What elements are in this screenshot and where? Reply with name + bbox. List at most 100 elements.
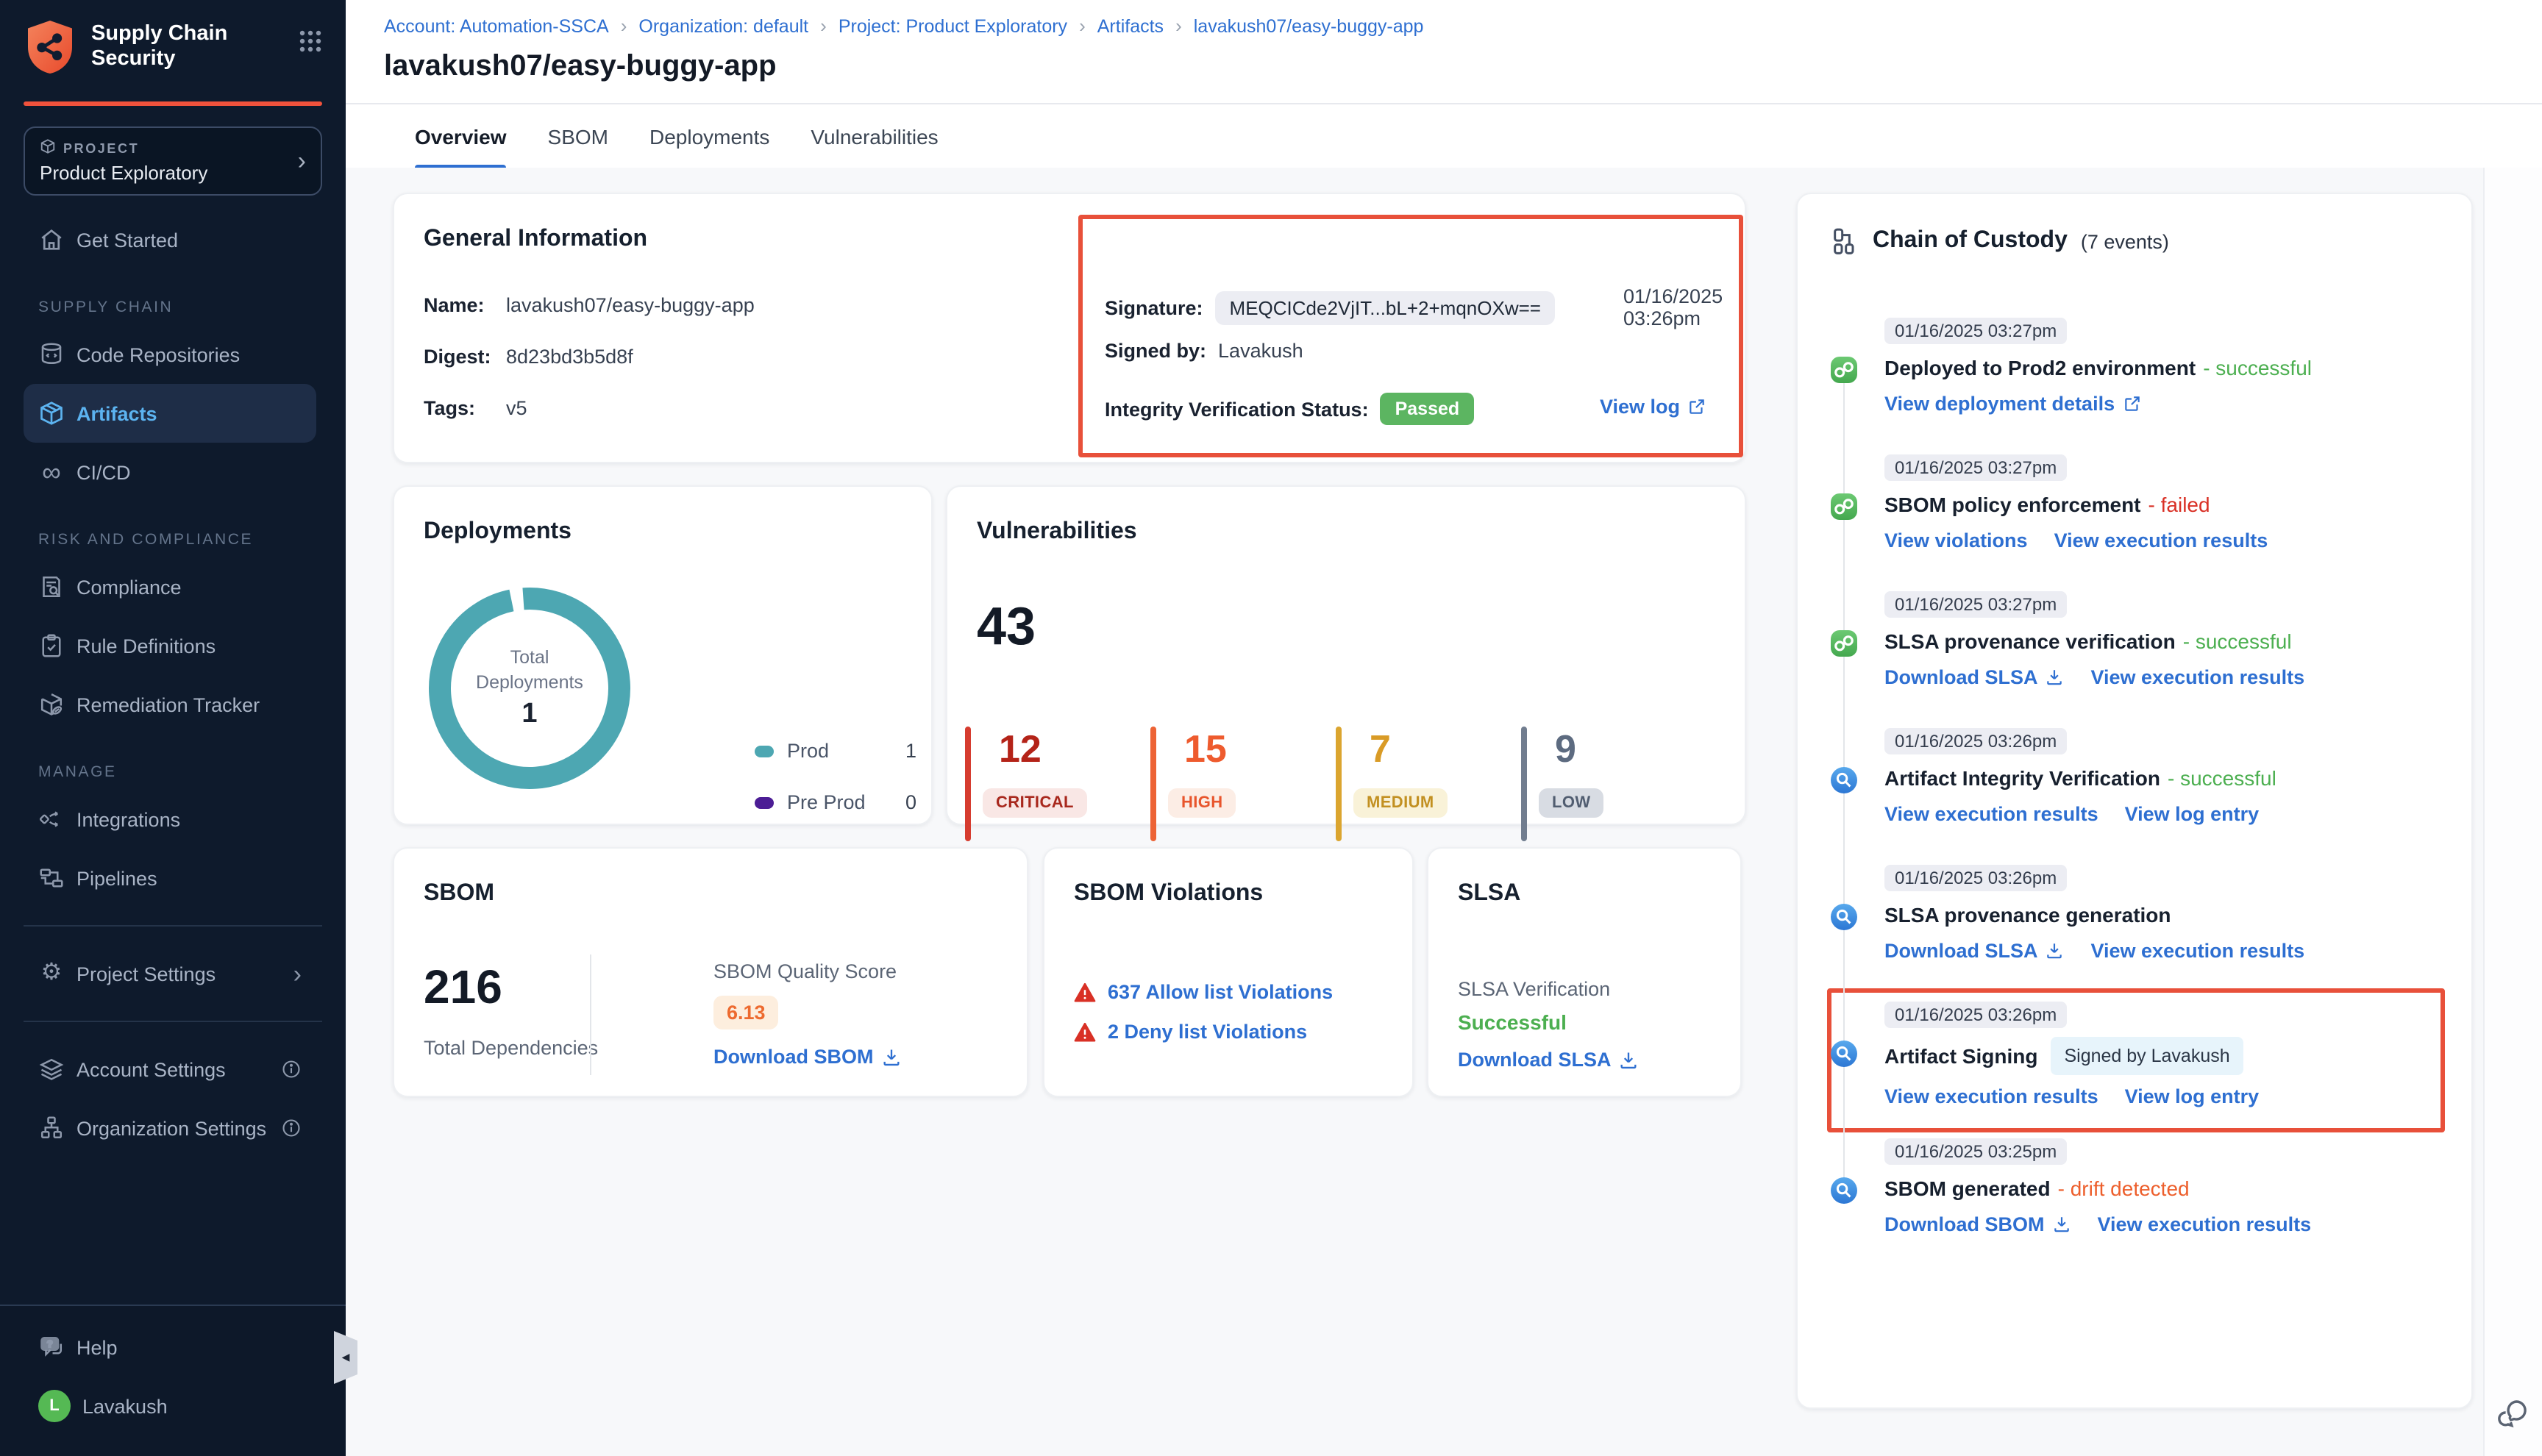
legend-label: Pre Prod — [787, 791, 866, 813]
tab-sbom[interactable]: SBOM — [548, 104, 608, 169]
card-title: General Information — [424, 226, 647, 253]
tab-overview[interactable]: Overview — [415, 104, 507, 169]
sidebar-item-remediation-tracker[interactable]: Remediation Tracker — [24, 675, 316, 734]
chain-event-sbom-policy: 01/16/2025 03:27pm SBOM policy enforceme… — [1830, 454, 2439, 563]
view-deployment-details-link[interactable]: View deployment details — [1884, 393, 2141, 415]
breadcrumb-project[interactable]: Project: Product Exploratory — [839, 15, 1067, 36]
download-slsa-link[interactable]: Download SLSA — [1884, 940, 2065, 962]
allow-list-violations-link[interactable]: 637 Allow list Violations — [1108, 981, 1333, 1003]
warning-icon — [1074, 982, 1096, 1002]
name-value: lavakush07/easy-buggy-app — [506, 294, 755, 316]
view-execution-results-link[interactable]: View execution results — [1884, 1085, 2098, 1107]
event-status: - successful — [2168, 763, 2276, 793]
download-slsa-link[interactable]: Download SLSA — [1458, 1049, 1640, 1071]
home-icon — [38, 226, 65, 253]
download-icon — [1619, 1049, 1640, 1070]
download-slsa-link[interactable]: Download SLSA — [1884, 666, 2065, 688]
view-log-link[interactable]: View log — [1600, 396, 1706, 418]
tags-value: v5 — [506, 397, 527, 419]
sbom-card: SBOM 216 Total Dependencies SBOM Quality… — [393, 847, 1028, 1097]
logo-row: Supply Chain Security — [0, 0, 346, 96]
sidebar-item-cicd[interactable]: ∞ CI/CD — [24, 443, 316, 502]
event-status: - failed — [2148, 490, 2210, 519]
event-title: Artifact Signing — [1884, 1041, 2037, 1071]
warning-icon — [1074, 1021, 1096, 1042]
sidebar-item-account-settings[interactable]: Account Settings — [24, 1040, 316, 1099]
view-execution-results-link[interactable]: View execution results — [2091, 940, 2305, 962]
sidebar-item-compliance[interactable]: Compliance — [24, 557, 316, 616]
page-title: lavakush07/easy-buggy-app — [346, 37, 2542, 103]
view-log-entry-link[interactable]: View log entry — [2125, 1085, 2260, 1107]
deploy-link-icon — [1830, 493, 1858, 521]
breadcrumb-artifacts[interactable]: Artifacts — [1097, 15, 1164, 36]
donut-center-value: 1 — [521, 699, 537, 731]
view-execution-results-link[interactable]: View execution results — [2054, 529, 2268, 552]
event-timestamp: 01/16/2025 03:27pm — [1884, 318, 2067, 344]
sidebar-item-label: Integrations — [76, 808, 180, 830]
sidebar-item-integrations[interactable]: Integrations — [24, 790, 316, 849]
sidebar-item-pipelines[interactable]: Pipelines — [24, 849, 316, 907]
section-supply-chain: SUPPLY CHAIN — [38, 299, 322, 316]
sidebar-item-organization-settings[interactable]: Organization Settings — [24, 1099, 316, 1157]
card-title: SLSA — [1458, 881, 1520, 907]
signature-value: MEQCICde2VjIT...bL+2+mqnOXw== — [1215, 290, 1556, 324]
tab-vulnerabilities[interactable]: Vulnerabilities — [811, 104, 938, 169]
event-timestamp: 01/16/2025 03:26pm — [1884, 1002, 2067, 1028]
sidebar-item-label: Remediation Tracker — [76, 693, 260, 715]
sidebar-item-get-started[interactable]: Get Started — [24, 210, 316, 269]
breadcrumb-current[interactable]: lavakush07/easy-buggy-app — [1194, 15, 1424, 36]
sbom-total: 216 — [424, 960, 502, 1015]
info-icon[interactable] — [281, 1059, 302, 1079]
deployments-card: Deployments Total Deployments 1 Prod 1 — [393, 485, 933, 825]
digest-value: 8d23bd3b5d8f — [506, 346, 633, 368]
chain-event-slsa-generation: 01/16/2025 03:26pm SLSA provenance gener… — [1830, 865, 2439, 974]
deploy-link-icon — [1830, 629, 1858, 657]
tags-label: Tags: — [424, 397, 506, 419]
severity-count: 12 — [999, 727, 1042, 772]
scan-search-icon — [1830, 766, 1858, 794]
chain-events-list: 01/16/2025 03:27pm Deployed to Prod2 env… — [1830, 318, 2439, 1275]
download-sbom-link[interactable]: Download SBOM — [713, 1046, 902, 1068]
deploy-link-icon — [1830, 356, 1858, 384]
severity-count: 9 — [1555, 727, 1576, 772]
apps-grid-icon[interactable] — [299, 18, 322, 60]
breadcrumb-account[interactable]: Account: Automation-SSCA — [384, 15, 609, 36]
signature-label: Signature: — [1105, 296, 1203, 318]
view-execution-results-link[interactable]: View execution results — [2091, 666, 2305, 688]
section-risk-compliance: RISK AND COMPLIANCE — [38, 531, 322, 549]
download-sbom-link[interactable]: Download SBOM — [1884, 1213, 2071, 1235]
card-title: SBOM — [424, 881, 494, 907]
help-chat-icon: ? — [38, 1334, 65, 1360]
view-log-entry-link[interactable]: View log entry — [2125, 803, 2260, 825]
severity-count: 15 — [1184, 727, 1227, 772]
sidebar-item-code-repositories[interactable]: Code Repositories — [24, 325, 316, 384]
chain-event-deployed-prod2: 01/16/2025 03:27pm Deployed to Prod2 env… — [1830, 318, 2439, 427]
clipboard-check-icon — [38, 632, 65, 659]
view-violations-link[interactable]: View violations — [1884, 529, 2028, 552]
sidebar-item-artifacts[interactable]: Artifacts — [24, 384, 316, 443]
event-title: SBOM policy enforcement — [1884, 490, 2141, 519]
sidebar-item-rule-definitions[interactable]: Rule Definitions — [24, 616, 316, 675]
breadcrumb-organization[interactable]: Organization: default — [638, 15, 808, 36]
support-chat-icon[interactable] — [2493, 1396, 2532, 1441]
deny-list-violations-link[interactable]: 2 Deny list Violations — [1108, 1021, 1307, 1043]
sidebar-item-project-settings[interactable]: ⚙ Project Settings › — [24, 944, 316, 1003]
vulnerabilities-card: Vulnerabilities 43 12 CRITICAL 15 HIGH 7… — [946, 485, 1746, 825]
view-execution-results-link[interactable]: View execution results — [2098, 1213, 2312, 1235]
tab-deployments[interactable]: Deployments — [649, 104, 769, 169]
code-repo-icon — [38, 341, 65, 368]
info-icon[interactable] — [281, 1118, 302, 1138]
section-manage: MANAGE — [38, 763, 322, 781]
project-selector[interactable]: PROJECT Product Exploratory › — [24, 126, 322, 196]
sidebar-item-help[interactable]: ? Help — [24, 1318, 316, 1377]
severity-bar — [1150, 727, 1156, 841]
event-timestamp: 01/16/2025 03:27pm — [1884, 454, 2067, 481]
view-execution-results-link[interactable]: View execution results — [1884, 803, 2098, 825]
sidebar-item-label: Get Started — [76, 229, 178, 251]
scan-search-icon — [1830, 903, 1858, 931]
sidebar-item-user[interactable]: L Lavakush — [24, 1377, 316, 1435]
chain-event-slsa-verification: 01/16/2025 03:27pm SLSA provenance verif… — [1830, 591, 2439, 700]
box-patch-icon — [38, 691, 65, 718]
sidebar-item-label: Pipelines — [76, 867, 157, 889]
event-title: Artifact Integrity Verification — [1884, 763, 2160, 793]
